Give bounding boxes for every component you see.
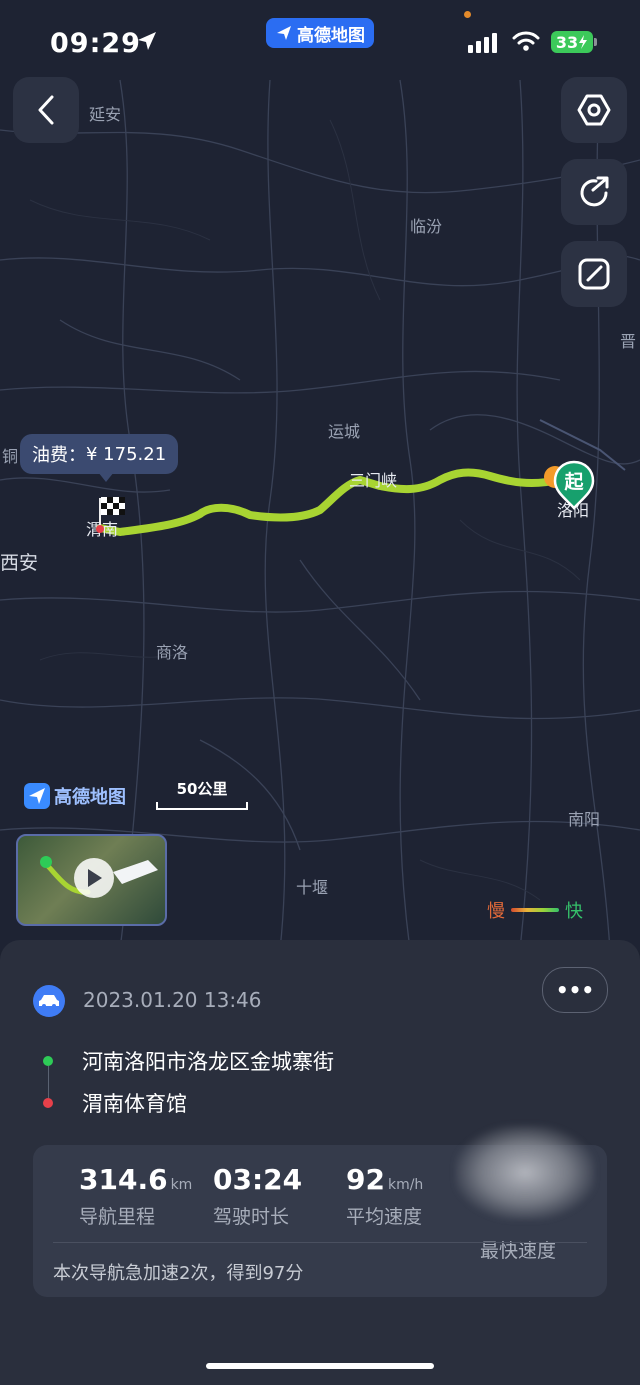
battery-cap xyxy=(594,38,597,46)
map-label-jin: 晋 xyxy=(620,332,637,351)
map-label-shiyan: 十堰 xyxy=(296,878,329,897)
app-badge[interactable]: 高德地图 xyxy=(266,18,374,48)
speed-legend: 慢 快 xyxy=(487,897,583,923)
map-view[interactable]: 延安 临汾 晋 铜 运城 三门峡 洛阳 渭南 西安 商洛 南阳 十堰 起 油费：… xyxy=(0,0,640,950)
map-scale-bar xyxy=(156,802,248,810)
more-options-label: ••• xyxy=(555,978,595,1002)
back-button[interactable] xyxy=(13,77,79,143)
stat-avg-speed-value: 92 xyxy=(346,1163,385,1196)
privacy-indicator xyxy=(464,11,471,18)
map-label-shangluo: 商洛 xyxy=(156,643,189,662)
map-label-nanyang: 南阳 xyxy=(568,810,601,829)
map-scale: 50公里 xyxy=(156,778,248,810)
trip-datetime: 2023.01.20 13:46 xyxy=(83,988,262,1012)
stat-duration: 03:24 驾驶时长 xyxy=(213,1163,305,1229)
battery-indicator: 33 xyxy=(551,31,593,53)
car-icon xyxy=(33,985,65,1017)
stat-duration-value: 03:24 xyxy=(213,1163,303,1196)
play-button[interactable] xyxy=(74,858,114,898)
origin-dot xyxy=(43,1056,53,1066)
stat-max-speed-label: 最快速度 xyxy=(480,1240,557,1262)
app-badge-label: 高德地图 xyxy=(297,25,365,46)
fuel-cost-bubble: 油费： ¥ 175.21 xyxy=(20,434,179,474)
home-indicator[interactable] xyxy=(206,1363,434,1369)
map-label-xian: 西安 xyxy=(0,552,39,574)
status-time: 09:29 xyxy=(50,28,141,59)
gaode-logo-icon xyxy=(24,783,50,809)
stat-distance-unit: km xyxy=(170,1177,193,1193)
fuel-cost-value: ¥ 175.21 xyxy=(86,443,167,465)
map-label-yanan: 延安 xyxy=(89,105,122,124)
stat-avg-speed-unit: km/h xyxy=(387,1177,424,1193)
wifi-icon xyxy=(512,31,540,51)
origin-address: 河南洛阳市洛龙区金城寨街 xyxy=(82,1050,334,1074)
stat-avg-speed-label: 平均速度 xyxy=(346,1206,423,1228)
map-label-tong: 铜 xyxy=(2,447,19,466)
settings-button[interactable] xyxy=(561,77,627,143)
map-label-yuncheng: 运城 xyxy=(328,422,361,441)
stat-duration-label: 驾驶时长 xyxy=(213,1206,290,1228)
legend-gradient-bar xyxy=(511,908,559,912)
battery-level: 33 xyxy=(555,32,579,52)
charging-bolt-icon xyxy=(579,35,588,49)
share-button[interactable] xyxy=(561,159,627,225)
fuel-bubble-tail xyxy=(98,472,114,482)
status-bar: 09:29 高德地图 33 xyxy=(0,0,640,80)
trip-replay-thumbnail[interactable] xyxy=(16,834,167,926)
fuel-cost-label: 油费： xyxy=(32,445,86,466)
more-options-button[interactable]: ••• xyxy=(542,967,608,1013)
finish-flag-icon xyxy=(96,497,125,533)
legend-slow-label: 慢 xyxy=(487,901,505,922)
gaode-logo-text: 高德地图 xyxy=(54,787,126,808)
location-arrow-icon xyxy=(138,32,156,50)
map-label-sanmenxia: 三门峡 xyxy=(349,471,398,490)
start-marker-label: 起 xyxy=(564,471,584,493)
chevron-left-icon xyxy=(38,95,54,125)
play-icon xyxy=(88,869,102,887)
map-label-linfen: 临汾 xyxy=(410,217,443,236)
hexagon-settings-icon xyxy=(577,94,611,126)
stat-distance-value: 314.6 xyxy=(79,1163,168,1196)
edit-button[interactable] xyxy=(561,241,627,307)
stat-distance-label: 导航里程 xyxy=(79,1206,156,1228)
trip-summary: 本次导航急加速2次，得到97分 xyxy=(53,1263,304,1284)
legend-fast-label: 快 xyxy=(565,901,583,922)
share-icon xyxy=(580,176,609,207)
route-connector-line xyxy=(48,1066,49,1098)
stat-distance: 314.6 km 导航里程 xyxy=(79,1163,192,1229)
cellular-signal-icon xyxy=(468,33,497,53)
destination-dot xyxy=(43,1098,53,1108)
stat-avg-speed: 92 km/h 平均速度 xyxy=(346,1163,423,1229)
map-scale-label: 50公里 xyxy=(176,780,228,798)
gaode-badge-icon xyxy=(277,26,291,40)
gaode-logo: 高德地图 xyxy=(24,783,126,809)
redacted-overlay xyxy=(455,1125,595,1220)
stats-divider xyxy=(53,1242,587,1243)
destination-address: 渭南体育馆 xyxy=(82,1092,187,1116)
edit-icon xyxy=(578,258,610,290)
